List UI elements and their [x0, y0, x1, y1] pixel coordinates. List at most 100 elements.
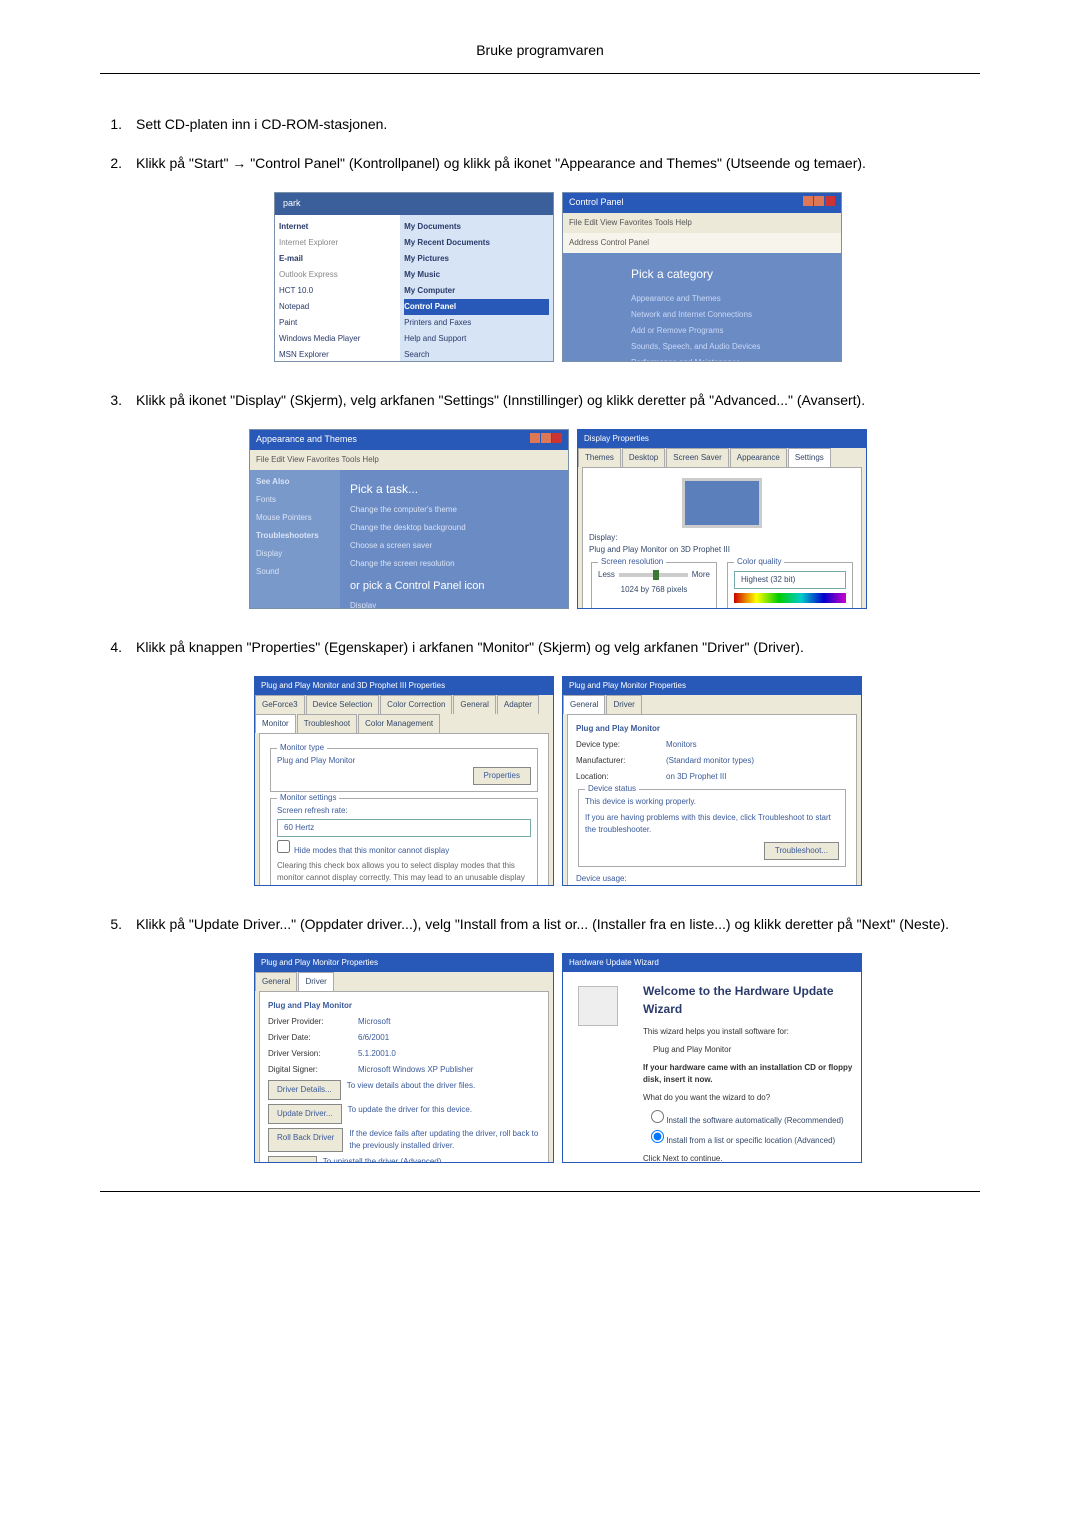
sm-music[interactable]: My Music	[404, 267, 549, 283]
location-value: on 3D Prophet III	[666, 771, 726, 783]
start-menu-user: park	[275, 193, 553, 215]
device-status-help: If you are having problems with this dev…	[585, 812, 839, 836]
radio-list-label: Install from a list or specific location…	[666, 1136, 835, 1145]
driver-tab-screenshot: Plug and Play Monitor Properties General…	[254, 953, 554, 1163]
devtype-value: Monitors	[666, 739, 697, 751]
wizard-cd-note: If your hardware came with an installati…	[643, 1062, 853, 1086]
close-icon[interactable]	[825, 196, 835, 206]
tab-themes[interactable]: Themes	[578, 448, 621, 467]
tab-general[interactable]: General	[453, 695, 495, 714]
tab-colormgmt[interactable]: Color Management	[358, 714, 440, 733]
screenshot-row-1: park Internet Internet Explorer E-mail O…	[100, 192, 980, 362]
task-ss[interactable]: Choose a screen saver	[350, 540, 558, 552]
date-label: Driver Date:	[268, 1032, 358, 1044]
tab-settings[interactable]: Settings	[788, 448, 831, 467]
sm-internet[interactable]: Internet	[279, 219, 396, 235]
update-driver-desc: To update the driver for this device.	[348, 1104, 540, 1124]
device-usage-label: Device usage:	[576, 873, 848, 885]
display-properties-screenshot: Display Properties Themes Desktop Screen…	[577, 429, 867, 609]
screenshot-row-4: Plug and Play Monitor Properties General…	[100, 953, 980, 1163]
tab-appearance[interactable]: Appearance	[730, 448, 787, 467]
sm-printers[interactable]: Printers and Faxes	[404, 315, 549, 331]
sm-recent[interactable]: My Recent Documents	[404, 235, 549, 251]
driver-details-button[interactable]: Driver Details...	[268, 1080, 341, 1100]
tab-general[interactable]: General	[255, 972, 297, 991]
cp-address[interactable]: Address Control Panel	[563, 233, 841, 253]
cp-cat-appearance[interactable]: Appearance and Themes	[631, 293, 833, 305]
cpicon-display[interactable]: Display	[350, 600, 558, 609]
rollback-driver-desc: If the device fails after updating the d…	[349, 1128, 540, 1152]
sm-pictures[interactable]: My Pictures	[404, 251, 549, 267]
tab-devsel[interactable]: Device Selection	[306, 695, 380, 714]
ts-sound[interactable]: Sound	[256, 566, 334, 578]
signer-value: Microsoft Windows XP Publisher	[358, 1064, 473, 1076]
radio-list[interactable]	[651, 1130, 664, 1143]
tab-general[interactable]: General	[563, 695, 605, 714]
task-theme[interactable]: Change the computer's theme	[350, 504, 558, 516]
hide-modes-note: Clearing this check box allows you to se…	[277, 860, 531, 886]
date-value: 6/6/2001	[358, 1032, 389, 1044]
color-quality-select[interactable]: Highest (32 bit)	[734, 571, 846, 589]
page-title: Bruke programvaren	[476, 42, 604, 58]
ts-display[interactable]: Display	[256, 548, 334, 560]
monitor-type-label: Monitor type	[277, 742, 327, 754]
sm-controlpanel[interactable]: Control Panel	[404, 299, 549, 315]
troubleshoot-button[interactable]: Troubleshoot...	[764, 842, 839, 860]
sa-fonts[interactable]: Fonts	[256, 494, 334, 506]
sa-mouse[interactable]: Mouse Pointers	[256, 512, 334, 524]
sm-hct[interactable]: HCT 10.0	[279, 283, 396, 299]
cp-cat-addremove[interactable]: Add or Remove Programs	[631, 325, 833, 337]
tab-driver[interactable]: Driver	[606, 695, 641, 714]
sm-mycomputer[interactable]: My Computer	[404, 283, 549, 299]
tab-driver[interactable]: Driver	[298, 972, 333, 991]
task-bg[interactable]: Change the desktop background	[350, 522, 558, 534]
tab-screensaver[interactable]: Screen Saver	[666, 448, 728, 467]
monitor-settings-label: Monitor settings	[277, 792, 339, 804]
close-icon[interactable]	[552, 433, 562, 443]
pnp-device-name: Plug and Play Monitor	[576, 723, 848, 735]
sm-wmp[interactable]: Windows Media Player	[279, 331, 396, 347]
task-res[interactable]: Change the screen resolution	[350, 558, 558, 570]
tab-troubleshoot[interactable]: Troubleshoot	[297, 714, 357, 733]
at-title: Appearance and Themes	[256, 433, 357, 447]
cp-cat-performance[interactable]: Performance and Maintenance	[631, 357, 833, 363]
cp-cat-sounds[interactable]: Sounds, Speech, and Audio Devices	[631, 341, 833, 353]
rollback-driver-button[interactable]: Roll Back Driver	[268, 1128, 343, 1152]
wizard-continue: Click Next to continue.	[643, 1153, 853, 1163]
wizard-device: Plug and Play Monitor	[653, 1044, 853, 1056]
provider-label: Driver Provider:	[268, 1016, 358, 1028]
at-menubar[interactable]: File Edit View Favorites Tools Help	[250, 450, 568, 470]
tab-geforce[interactable]: GeForce3	[255, 695, 305, 714]
uninstall-button[interactable]: Uninstall	[268, 1156, 317, 1163]
refresh-rate-select[interactable]: 60 Hertz	[277, 819, 531, 837]
hide-modes-checkbox[interactable]	[277, 840, 290, 853]
min-icon[interactable]	[803, 196, 813, 206]
tab-desktop[interactable]: Desktop	[622, 448, 665, 467]
tab-colorcorr[interactable]: Color Correction	[380, 695, 452, 714]
sm-help[interactable]: Help and Support	[404, 331, 549, 347]
pnp-title: Plug and Play Monitor Properties	[563, 677, 861, 695]
sm-search[interactable]: Search	[404, 347, 549, 363]
sm-paint[interactable]: Paint	[279, 315, 396, 331]
max-icon[interactable]	[814, 196, 824, 206]
properties-button[interactable]: Properties	[473, 767, 531, 785]
driver-details-desc: To view details about the driver files.	[347, 1080, 540, 1100]
tab-adapter[interactable]: Adapter	[497, 695, 539, 714]
step-2: 2. Klikk på "Start" → "Control Panel" (K…	[100, 153, 980, 174]
cp-cat-network[interactable]: Network and Internet Connections	[631, 309, 833, 321]
sm-msn[interactable]: MSN Explorer	[279, 347, 396, 363]
min-icon[interactable]	[530, 433, 540, 443]
sm-mydocs[interactable]: My Documents	[404, 219, 549, 235]
cp-menubar[interactable]: File Edit View Favorites Tools Help	[563, 213, 841, 233]
resolution-slider[interactable]	[619, 573, 688, 577]
radio-auto[interactable]	[651, 1110, 664, 1123]
manufacturer-value: (Standard monitor types)	[666, 755, 754, 767]
step-text: Klikk på "Start" → "Control Panel" (Kont…	[136, 153, 980, 174]
sm-email[interactable]: E-mail	[279, 251, 396, 267]
screenshot-row-2: Appearance and Themes File Edit View Fav…	[100, 429, 980, 609]
max-icon[interactable]	[541, 433, 551, 443]
tab-monitor[interactable]: Monitor	[255, 714, 296, 733]
update-driver-button[interactable]: Update Driver...	[268, 1104, 342, 1124]
sm-oe: Outlook Express	[279, 267, 396, 283]
sm-notepad[interactable]: Notepad	[279, 299, 396, 315]
